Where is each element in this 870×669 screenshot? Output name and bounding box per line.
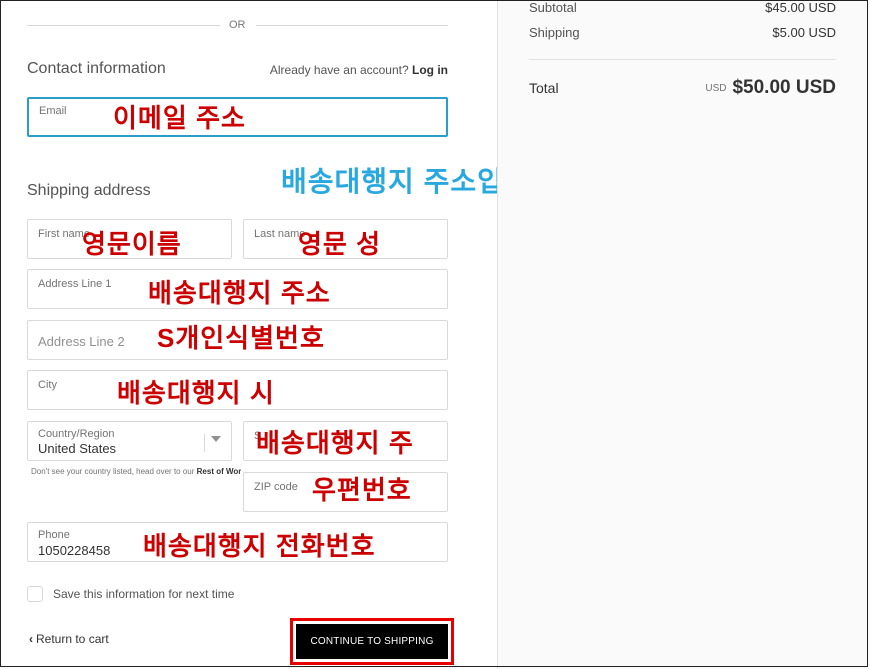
or-divider-left bbox=[27, 25, 220, 26]
zip-label: ZIP code bbox=[254, 481, 298, 493]
total-currency: USD bbox=[705, 82, 727, 94]
continue-to-shipping-button[interactable]: CONTINUE TO SHIPPING bbox=[296, 624, 448, 659]
annotation-address1: 배송대행지 주소 bbox=[148, 278, 331, 308]
subtotal-value: $45.00 USD bbox=[765, 0, 836, 15]
summary-divider bbox=[529, 59, 836, 60]
email-label: Email bbox=[39, 105, 67, 117]
annotation-phone: 배송대행지 전화번호 bbox=[143, 531, 376, 561]
shipping-section-title: Shipping address bbox=[27, 182, 151, 199]
country-select[interactable]: Country/Region United States bbox=[27, 421, 232, 461]
total-label: Total bbox=[529, 80, 559, 96]
country-note-text: Don't see your country listed, head over… bbox=[31, 467, 195, 476]
return-link-label: Return to cart bbox=[36, 632, 109, 646]
city-label: City bbox=[38, 379, 57, 391]
country-label: Country/Region bbox=[38, 428, 115, 440]
annotation-zip: 우편번호 bbox=[312, 475, 412, 505]
total-amount: USD $50.00 USD bbox=[705, 77, 836, 99]
login-link[interactable]: Log in bbox=[412, 63, 448, 77]
country-value: United States bbox=[38, 441, 117, 456]
address-line2-placeholder: Address Line 2 bbox=[38, 334, 125, 349]
save-info-label: Save this information for next time bbox=[53, 587, 235, 601]
annotation-last-name: 영문 성 bbox=[298, 229, 381, 259]
shipping-label: Shipping bbox=[529, 25, 580, 40]
shipping-value: $5.00 USD bbox=[772, 25, 836, 40]
save-info-checkbox[interactable] bbox=[27, 586, 43, 602]
account-prompt-text: Already have an account? bbox=[269, 63, 409, 77]
or-divider-text: OR bbox=[229, 19, 246, 31]
or-divider-right bbox=[256, 25, 448, 26]
rest-of-world-link[interactable]: Rest of World more... bbox=[197, 467, 241, 476]
annotation-email: 이메일 주소 bbox=[113, 103, 246, 133]
country-note: Don't see your country listed, head over… bbox=[31, 467, 241, 476]
contact-section-title: Contact information bbox=[27, 60, 166, 77]
annotation-address2: S개인식별번호 bbox=[157, 323, 325, 353]
annotation-state: 배송대행지 주 bbox=[256, 428, 414, 458]
annotation-city: 배송대행지 시 bbox=[117, 378, 275, 408]
phone-value: 1050228458 bbox=[38, 543, 111, 558]
order-summary-panel bbox=[497, 0, 870, 669]
address-line1-label: Address Line 1 bbox=[38, 278, 112, 290]
phone-label: Phone bbox=[38, 529, 70, 541]
total-value: $50.00 USD bbox=[732, 77, 836, 98]
chevron-down-icon bbox=[211, 436, 221, 442]
return-to-cart-link[interactable]: ‹ Return to cart bbox=[29, 632, 109, 646]
select-divider bbox=[204, 434, 205, 452]
subtotal-label: Subtotal bbox=[529, 0, 577, 15]
annotation-first-name: 영문이름 bbox=[82, 229, 182, 259]
account-prompt: Already have an account? Log in bbox=[270, 63, 448, 77]
chevron-left-icon: ‹ bbox=[29, 632, 33, 646]
